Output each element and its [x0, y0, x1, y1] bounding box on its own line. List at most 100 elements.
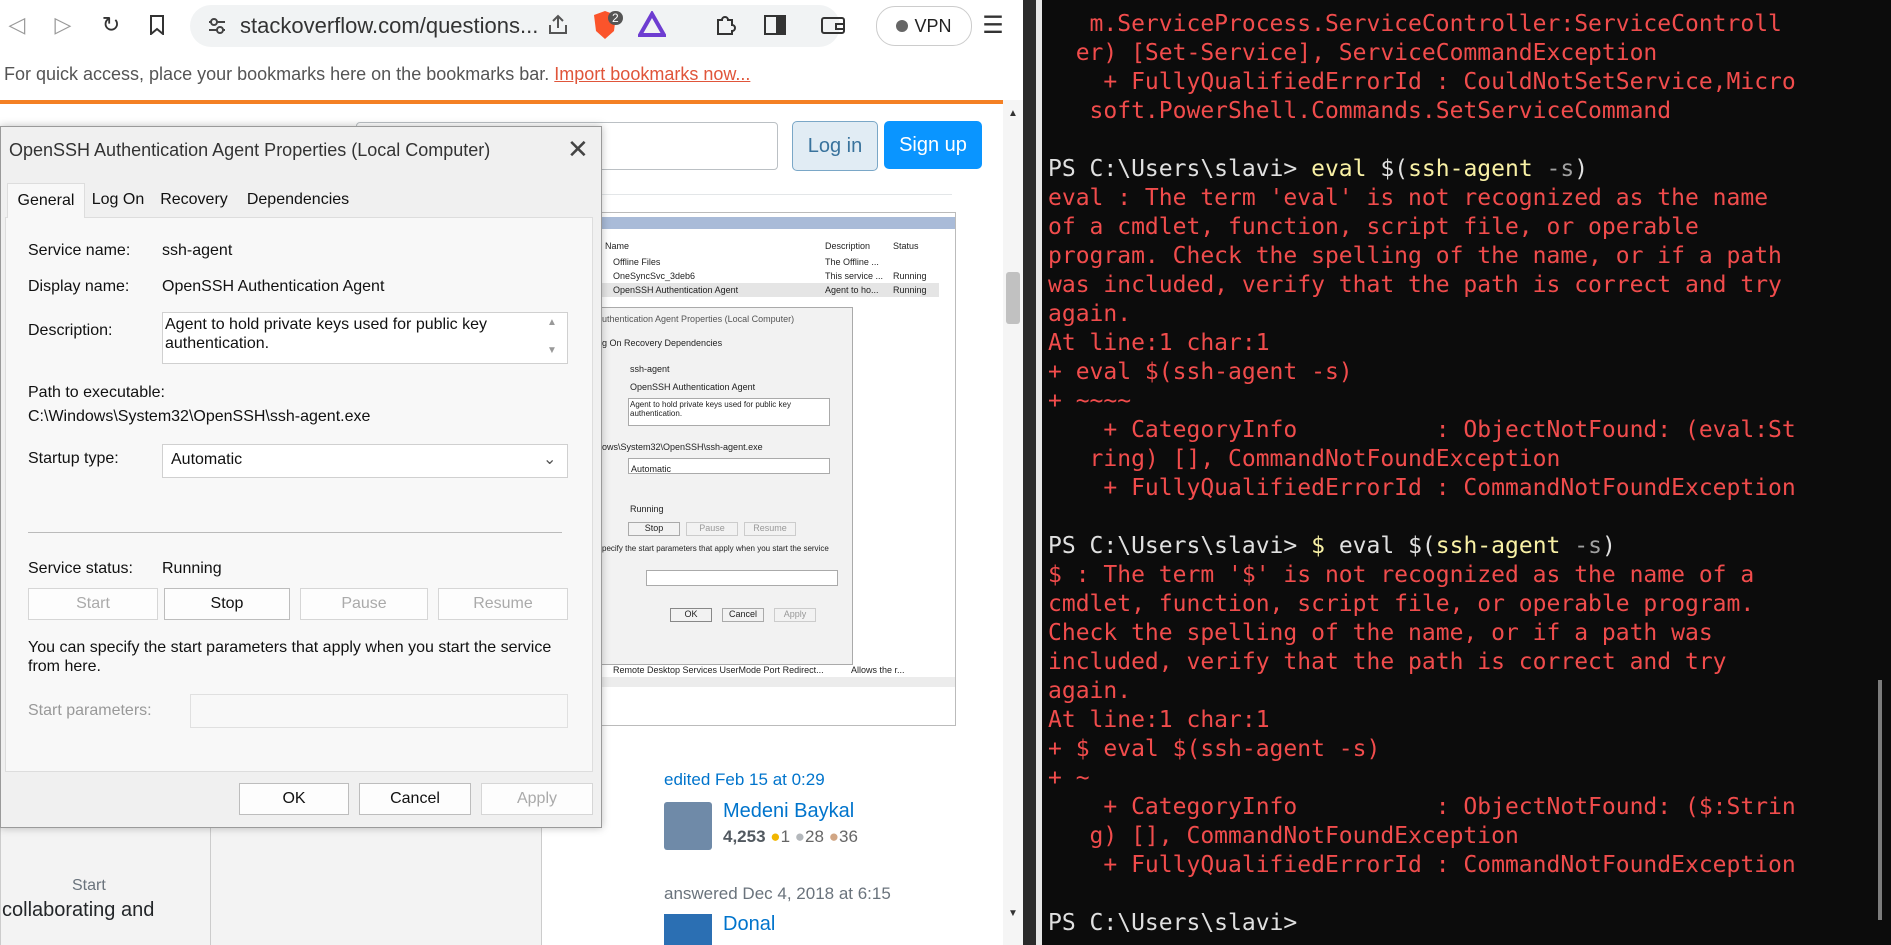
service-properties-dialog: OpenSSH Authentication Agent Properties … — [0, 126, 602, 828]
embed-mini-desc-box: Agent to hold private keys used for publ… — [628, 398, 830, 426]
startup-type-select[interactable]: Automatic ⌄ — [162, 444, 568, 478]
tab-log-on[interactable]: Log On — [83, 183, 153, 217]
brave-rewards-icon[interactable] — [636, 9, 668, 44]
embed-mini-title: uthentication Agent Properties (Local Co… — [602, 314, 795, 324]
terminal-command: eval — [1338, 533, 1409, 559]
terminal-line: $ : The term '$' is not recognized as th… — [1048, 562, 1755, 588]
start-parameters-hint: You can specify the start parameters tha… — [28, 639, 552, 675]
terminal-line: again. — [1048, 678, 1132, 704]
share-icon[interactable] — [546, 13, 570, 42]
embed-mini-name: ssh-agent — [630, 364, 670, 374]
bronze-badge-icon: ● — [828, 827, 839, 846]
resume-button[interactable]: Resume — [438, 588, 568, 620]
embed-mini-startup-value: Automatic — [631, 464, 672, 474]
general-tab-panel: Service name: ssh-agent Display name: Op… — [5, 217, 593, 772]
embed-row-desc: The Offline ... — [825, 257, 879, 267]
forward-icon[interactable]: ▷ — [48, 10, 78, 40]
tab-general[interactable]: General — [7, 183, 85, 218]
ok-button[interactable]: OK — [239, 783, 349, 815]
terminal-line: was included, verify that the path is co… — [1048, 272, 1782, 298]
page-scroll-thumb[interactable] — [1006, 272, 1020, 324]
embed-row-desc: This service ... — [825, 271, 884, 281]
service-status-value: Running — [162, 560, 222, 577]
display-name-value: OpenSSH Authentication Agent — [162, 278, 385, 295]
description-label: Description: — [28, 322, 113, 339]
edited-timestamp[interactable]: edited Feb 15 at 0:29 — [664, 770, 825, 790]
menu-icon[interactable]: ☰ — [978, 10, 1008, 40]
embed-mini-cancel: Cancel — [722, 608, 764, 622]
gold-count: 1 — [780, 827, 791, 846]
address-bar[interactable]: stackoverflow.com/questions... 2 — [190, 5, 840, 47]
bookmarks-hint-text: For quick access, place your bookmarks h… — [4, 64, 550, 84]
terminal-line: + eval $(ssh-agent -s) — [1048, 359, 1353, 385]
apply-button[interactable]: Apply — [481, 783, 593, 815]
dialog-title: OpenSSH Authentication Agent Properties … — [9, 140, 491, 160]
scroll-down-icon[interactable]: ▼ — [547, 345, 557, 356]
embed-mini-hint: pecify the start parameters that apply w… — [602, 544, 829, 553]
terminal-prompt: PS C:\Users\slavi> — [1048, 156, 1312, 182]
start-button[interactable]: Start — [28, 588, 158, 620]
sidebar-icon[interactable] — [760, 10, 790, 40]
terminal-line: included, verify that the path is correc… — [1048, 649, 1727, 675]
embed-col-desc: Description — [825, 241, 871, 251]
back-icon[interactable]: ◁ — [2, 10, 32, 40]
description-field[interactable]: Agent to hold private keys used for publ… — [162, 312, 568, 364]
embed-row-status: Running — [893, 271, 927, 281]
terminal-line: PS C:\Users\slavi> — [1048, 910, 1298, 936]
brave-shields-icon[interactable]: 2 — [590, 9, 623, 41]
close-icon[interactable]: ✕ — [567, 135, 589, 165]
terminal-line: + FullyQualifiedErrorId : CouldNotSetSer… — [1048, 69, 1796, 95]
import-bookmarks-link[interactable]: Import bookmarks now... — [554, 64, 750, 84]
vpn-button[interactable]: VPN — [876, 6, 972, 46]
bookmarks-bar: For quick access, place your bookmarks h… — [0, 58, 1036, 98]
answerer-username[interactable]: Donal — [723, 913, 775, 936]
scroll-up-icon[interactable]: ▲ — [547, 317, 557, 328]
terminal-line: program. Check the spelling of the name,… — [1048, 243, 1782, 269]
pause-button[interactable]: Pause — [300, 588, 428, 620]
embed-titlebar — [599, 217, 955, 229]
terminal-line: + ~ — [1048, 765, 1090, 791]
terminal-prompt: PS C:\Users\slavi> — [1048, 533, 1312, 559]
cancel-button[interactable]: Cancel — [359, 783, 471, 815]
terminal-line: eval : The term 'eval' is not recognized… — [1048, 185, 1769, 211]
embed-mini-path: ows\System32\OpenSSH\ssh-agent.exe — [602, 442, 763, 452]
embed-col-status: Status — [893, 241, 919, 251]
signup-button[interactable]: Sign up — [884, 121, 982, 169]
answered-timestamp[interactable]: answered Dec 4, 2018 at 6:15 — [664, 884, 891, 904]
terminal-line: At line:1 char:1 — [1048, 330, 1270, 356]
divider — [28, 532, 562, 533]
terminal-line: + CategoryInfo : ObjectNotFound: (eval:S… — [1048, 417, 1796, 443]
extensions-icon[interactable] — [710, 10, 740, 40]
terminal-line: PS C:\Users\slavi> eval $(ssh-agent -s) — [1048, 155, 1796, 184]
tab-dependencies[interactable]: Dependencies — [237, 183, 359, 217]
embed-row-name: Offline Files — [613, 257, 661, 267]
terminal-line: + CategoryInfo : ObjectNotFound: ($:Stri… — [1048, 794, 1796, 820]
embed-row-name: OneSyncSvc_3deb6 — [613, 271, 696, 281]
tab-recovery[interactable]: Recovery — [153, 183, 235, 217]
terminal-command: $( — [1380, 156, 1409, 182]
wallet-icon[interactable] — [818, 10, 848, 40]
avatar[interactable] — [664, 802, 712, 850]
embed-row-desc: Agent to ho... — [825, 285, 879, 295]
browser-toolbar: ◁ ▷ ↻ stackoverflow.com/questions... 2 V… — [0, 0, 1036, 52]
terminal-command: ssh-agent — [1435, 533, 1561, 559]
avatar[interactable] — [664, 914, 712, 945]
login-button[interactable]: Log in — [792, 121, 878, 171]
page-scrollbar[interactable]: ▲ ▼ — [1003, 100, 1023, 945]
background-window-col-line — [210, 820, 211, 945]
terminal-command: ) — [1574, 156, 1589, 182]
bookmarks-hint: For quick access, place your bookmarks h… — [4, 64, 750, 85]
bookmark-icon[interactable] — [142, 10, 172, 40]
start-parameters-input[interactable] — [190, 694, 568, 728]
reload-icon[interactable]: ↻ — [96, 10, 126, 40]
path-value: C:\Windows\System32\OpenSSH\ssh-agent.ex… — [28, 408, 371, 425]
scroll-up-icon[interactable]: ▲ — [1008, 108, 1018, 119]
site-settings-icon[interactable] — [206, 15, 228, 42]
powershell-terminal[interactable]: m.ServiceProcess.ServiceController:Servi… — [1042, 0, 1891, 945]
editor-username[interactable]: Medeni Baykal — [723, 800, 854, 823]
startup-type-value: Automatic — [171, 451, 243, 468]
terminal-scrollbar[interactable] — [1878, 680, 1882, 920]
stop-button[interactable]: Stop — [164, 588, 290, 620]
terminal-command: ) — [1601, 533, 1616, 559]
scroll-down-icon[interactable]: ▼ — [1008, 908, 1018, 919]
